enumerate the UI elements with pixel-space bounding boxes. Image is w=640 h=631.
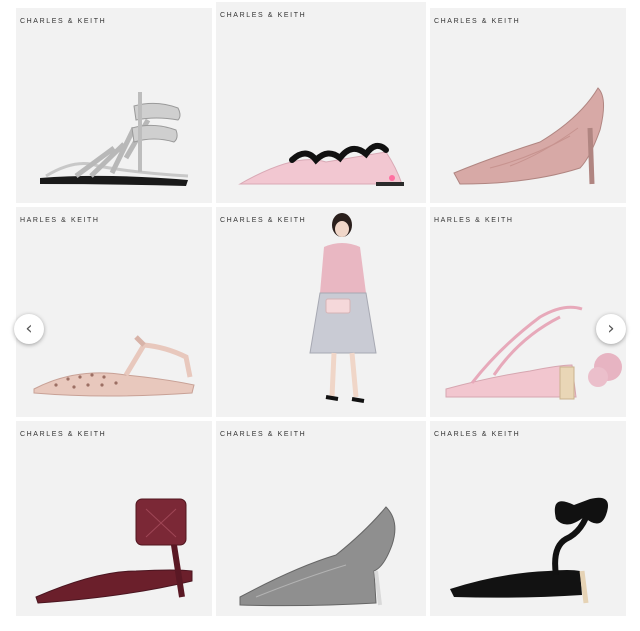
black-bow-heel-sandal-image bbox=[450, 497, 608, 604]
pink-ruffle-slide-image bbox=[238, 142, 404, 186]
studded-pointed-flat-sandal-image bbox=[33, 335, 195, 397]
rose-lace-pump-image bbox=[453, 87, 604, 185]
product-tile[interactable]: CHARLES & KEITH bbox=[430, 421, 626, 616]
product-tile[interactable]: CHARLES & KEITH bbox=[216, 2, 426, 203]
silver-gladiator-sandal-image bbox=[40, 92, 189, 186]
product-tile[interactable]: CHARLES & KEITH bbox=[216, 421, 426, 616]
chevron-right-icon: › bbox=[607, 318, 615, 339]
next-button[interactable]: › bbox=[596, 314, 626, 344]
glitter-pump-image bbox=[239, 506, 396, 607]
model-pink-blouse-silver-skirt-image bbox=[309, 213, 377, 403]
product-tile[interactable]: CHARLES & KEITH bbox=[430, 8, 626, 203]
pink-lace-up-block-heel-sandal-image bbox=[445, 305, 622, 400]
product-tile[interactable]: HARLES & KEITH bbox=[16, 207, 212, 417]
previous-button[interactable]: ‹ bbox=[14, 314, 44, 344]
product-tile[interactable]: CHARLES & KEITH bbox=[16, 421, 212, 616]
product-tile[interactable]: HARLES & KEITH bbox=[430, 207, 626, 417]
chevron-left-icon: ‹ bbox=[25, 318, 33, 339]
product-tile[interactable]: CHARLES & KEITH bbox=[216, 207, 426, 417]
product-grid: CHARLES & KEITH CHARLES & KEITH CHARLES … bbox=[0, 0, 640, 631]
product-tile[interactable]: CHARLES & KEITH bbox=[16, 8, 212, 203]
burgundy-lace-cuff-kitten-heel-image bbox=[35, 498, 193, 604]
